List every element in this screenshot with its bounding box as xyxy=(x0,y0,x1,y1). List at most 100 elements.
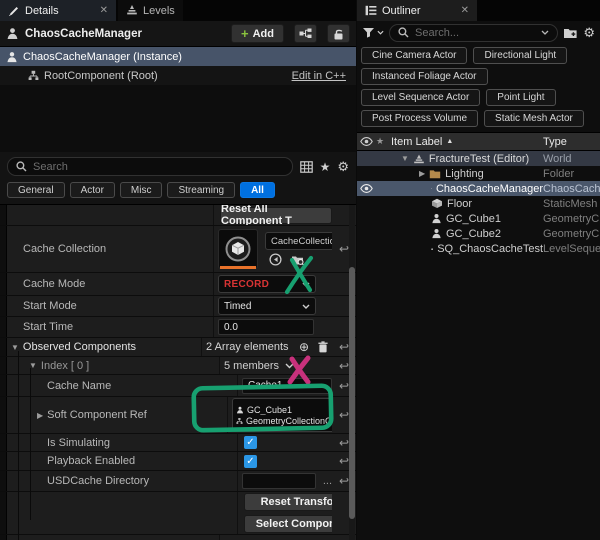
cache-collection-value: CacheCollection1 xyxy=(213,226,332,272)
search-icon xyxy=(398,27,409,38)
chip-point-light[interactable]: Point Light xyxy=(486,89,556,106)
edit-in-cpp-link[interactable]: Edit in C++ xyxy=(292,70,350,82)
world-icon xyxy=(414,154,424,163)
item-label-header[interactable]: Item Label xyxy=(391,136,442,148)
actions-row: Reset Transform Select Component xyxy=(0,492,356,535)
details-search-input[interactable]: Search xyxy=(7,157,293,176)
outliner-row-gc-cube2[interactable]: GC_Cube2 GeometryC xyxy=(357,226,600,241)
row-label: FractureTest (Editor) xyxy=(428,152,530,165)
filter-streaming[interactable]: Streaming xyxy=(167,182,236,198)
type-header[interactable]: Type xyxy=(543,136,600,148)
index0-row: ▼ Index [ 0 ] 5 members ↩ xyxy=(0,357,356,375)
details-tabbar: Details ✕ Levels xyxy=(0,0,356,21)
tab-levels[interactable]: Levels xyxy=(118,0,183,21)
start-mode-value: Timed xyxy=(213,296,332,316)
outliner-search-input[interactable]: Search... xyxy=(389,23,559,42)
use-selected-asset-icon[interactable] xyxy=(269,253,282,266)
reset-transform-button[interactable]: Reset Transform xyxy=(244,493,332,511)
outliner-row-chaoscachemanager[interactable]: ChaosCacheManager ChaosCach xyxy=(357,181,600,196)
outliner-row-floor[interactable]: Floor StaticMesh xyxy=(357,196,600,211)
actor-icon xyxy=(6,27,19,40)
add-array-element-icon[interactable]: ⊕ xyxy=(299,340,309,354)
chip-level-sequence-actor[interactable]: Level Sequence Actor xyxy=(361,89,481,106)
soft-component-ref-row: ▶ Soft Component Ref GC_Cube1 GeometryCo… xyxy=(0,397,356,434)
row-gutter xyxy=(0,338,7,356)
blueprint-hierarchy-button[interactable] xyxy=(294,24,317,43)
search-options-chevron-icon[interactable] xyxy=(541,30,549,35)
details-scrollbar-thumb[interactable] xyxy=(349,267,355,519)
index0-label: Index [ 0 ] xyxy=(40,359,90,372)
start-time-input[interactable]: 0.0 xyxy=(218,319,314,335)
soft-ref-actor-name: GC_Cube1 xyxy=(247,404,293,415)
chip-static-mesh-actor[interactable]: Static Mesh Actor xyxy=(484,110,584,127)
chip-post-process-volume[interactable]: Post Process Volume xyxy=(361,110,479,127)
row-label: Lighting xyxy=(445,167,484,180)
soft-component-ref-label: Soft Component Ref xyxy=(47,409,147,421)
outliner-row-gc-cube1[interactable]: GC_Cube1 GeometryC xyxy=(357,211,600,226)
row-type: LevelSeque xyxy=(543,242,600,255)
cache-mode-dropdown[interactable]: RECORD xyxy=(218,275,316,293)
filter-misc[interactable]: Misc xyxy=(119,182,163,198)
visibility-eye-icon[interactable] xyxy=(357,184,375,193)
row-gutter xyxy=(0,452,7,470)
add-component-button[interactable]: + Add xyxy=(231,24,284,43)
playback-enabled-checkbox[interactable]: ✓ xyxy=(244,454,257,468)
component-instance-row[interactable]: ChaosCacheManager (Instance) xyxy=(0,47,356,66)
soft-component-ref-dropdown[interactable]: GC_Cube1 GeometryCollectionCompone xyxy=(232,398,332,432)
favorites-star-icon[interactable]: ★ xyxy=(320,160,331,174)
outliner-row-sq-chaoscachetest[interactable]: SQ_ChaosCacheTest LevelSeque xyxy=(357,241,600,256)
expand-arrow-icon[interactable]: ▼ xyxy=(11,343,19,352)
usdcache-directory-input[interactable] xyxy=(242,473,316,489)
tab-levels-label: Levels xyxy=(143,4,175,17)
chip-directional-light[interactable]: Directional Light xyxy=(473,47,568,64)
cache-collection-dropdown[interactable]: CacheCollection1 xyxy=(265,232,332,250)
unreal-editor-window: Details ✕ Levels ChaosCacheManager + Add xyxy=(0,0,600,540)
row-gutter xyxy=(0,226,7,272)
filter-actor[interactable]: Actor xyxy=(69,182,115,198)
start-mode-dropdown[interactable]: Timed xyxy=(218,297,316,315)
playback-enabled-value: ✓ xyxy=(237,452,332,470)
browse-to-asset-icon[interactable] xyxy=(291,254,305,266)
cache-mode-selected: RECORD xyxy=(224,278,270,290)
settings-gear-icon[interactable]: ⚙ xyxy=(337,159,349,175)
create-folder-icon[interactable] xyxy=(563,27,578,39)
outliner-settings-gear-icon[interactable]: ⚙ xyxy=(583,25,595,41)
cache-mode-value: RECORD xyxy=(213,273,332,295)
tab-outliner[interactable]: Outliner ✕ xyxy=(357,0,477,21)
reset-all-components-button[interactable]: Reset All Component T xyxy=(220,205,332,225)
select-component-button[interactable]: Select Component xyxy=(244,515,332,533)
expand-arrow-icon[interactable]: ▼ xyxy=(29,361,37,370)
filter-general[interactable]: General xyxy=(7,182,65,198)
favorites-column-star-icon[interactable]: ★ xyxy=(376,136,391,147)
browse-directory-button[interactable]: ... xyxy=(323,475,332,487)
row-label: ChaosCacheManager xyxy=(435,182,543,195)
row-gutter xyxy=(0,317,7,337)
collapse-arrow-icon[interactable]: ▶ xyxy=(37,411,43,420)
row-label: Floor xyxy=(447,197,473,210)
tab-details[interactable]: Details ✕ xyxy=(0,0,116,21)
cache-name-input[interactable]: Cache1 xyxy=(242,377,332,394)
asset-thumbnail[interactable] xyxy=(218,229,258,269)
display-mode-icon[interactable] xyxy=(299,160,313,173)
delete-array-icon[interactable] xyxy=(318,341,328,353)
observed-components-label: Observed Components xyxy=(22,341,137,353)
is-simulating-checkbox[interactable]: ✓ xyxy=(244,436,257,449)
cache-mode-label: Cache Mode xyxy=(23,278,86,290)
add-button-label: Add xyxy=(252,27,274,40)
visibility-column-eye-icon[interactable] xyxy=(357,137,376,146)
outliner-row-world[interactable]: ▼ FractureTest (Editor) World xyxy=(357,151,600,166)
chip-cine-camera-actor[interactable]: Cine Camera Actor xyxy=(361,47,468,64)
root-component-row[interactable]: RootComponent (Root) Edit in C++ xyxy=(0,66,356,85)
start-time-row: Start Time 0.0 xyxy=(0,317,356,338)
lock-icon[interactable] xyxy=(327,24,350,43)
outliner-header: ★ Item Label ▲ Type xyxy=(357,132,600,151)
filter-all[interactable]: All xyxy=(240,182,275,198)
chip-instanced-foliage-actor[interactable]: Instanced Foliage Actor xyxy=(361,68,488,85)
array-elements-count: 2 Array elements xyxy=(206,341,289,353)
filter-funnel-icon[interactable] xyxy=(362,27,384,38)
collapse-arrow-icon[interactable]: ▶ xyxy=(419,169,425,178)
tab-outliner-close-icon[interactable]: ✕ xyxy=(447,5,469,16)
expand-arrow-icon[interactable]: ▼ xyxy=(401,154,409,163)
outliner-row-lighting[interactable]: ▶ Lighting Folder xyxy=(357,166,600,181)
tab-details-close-icon[interactable]: ✕ xyxy=(86,5,108,16)
